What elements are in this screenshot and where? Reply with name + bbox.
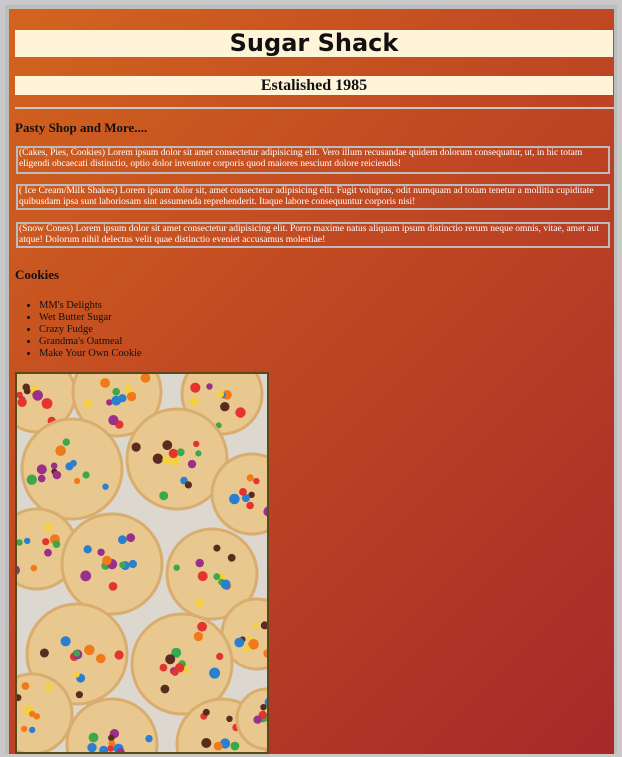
cookie	[65, 697, 159, 752]
section-box-snowcones: (Snow Cones) Lorem ipsum dolor sit amet …	[16, 222, 610, 248]
cookie	[20, 417, 124, 521]
section-text-snowcones: (Snow Cones) Lorem ipsum dolor sit amet …	[19, 224, 599, 245]
list-item: Wet Butter Sugar	[39, 312, 142, 324]
divider	[15, 107, 614, 109]
established-text: Estalished 1985	[260, 77, 368, 94]
section-text-icecream: ( Ice Cream/Milk Shakes) Lorem ipsum dol…	[19, 186, 594, 207]
established-bar: Estalished 1985	[15, 76, 613, 95]
section-box-icecream: ( Ice Cream/Milk Shakes) Lorem ipsum dol…	[16, 184, 610, 210]
cookies-image	[17, 374, 267, 752]
section-text-cakes: (Cakes, Pies, Cookies) Lorem ipsum dolor…	[19, 148, 583, 169]
list-item: Make Your Own Cookie	[39, 348, 142, 360]
cookies-heading: Cookies	[15, 267, 60, 282]
site-title-bar: Sugar Shack	[15, 30, 613, 57]
page-content: Sugar Shack Estalished 1985 Pasty Shop a…	[9, 9, 614, 754]
cookies-photo	[15, 372, 269, 754]
cookie	[60, 512, 164, 616]
section-box-cakes: (Cakes, Pies, Cookies) Lorem ipsum dolor…	[16, 146, 610, 174]
list-item: Grandma's Oatmeal	[39, 336, 142, 348]
cookies-list: MM's Delights Wet Butter Sugar Crazy Fud…	[39, 300, 142, 360]
site-title: Sugar Shack	[229, 29, 399, 57]
list-item: MM's Delights	[39, 300, 142, 312]
list-item: Crazy Fudge	[39, 324, 142, 336]
intro-heading: Pasty Shop and More....	[15, 120, 148, 135]
